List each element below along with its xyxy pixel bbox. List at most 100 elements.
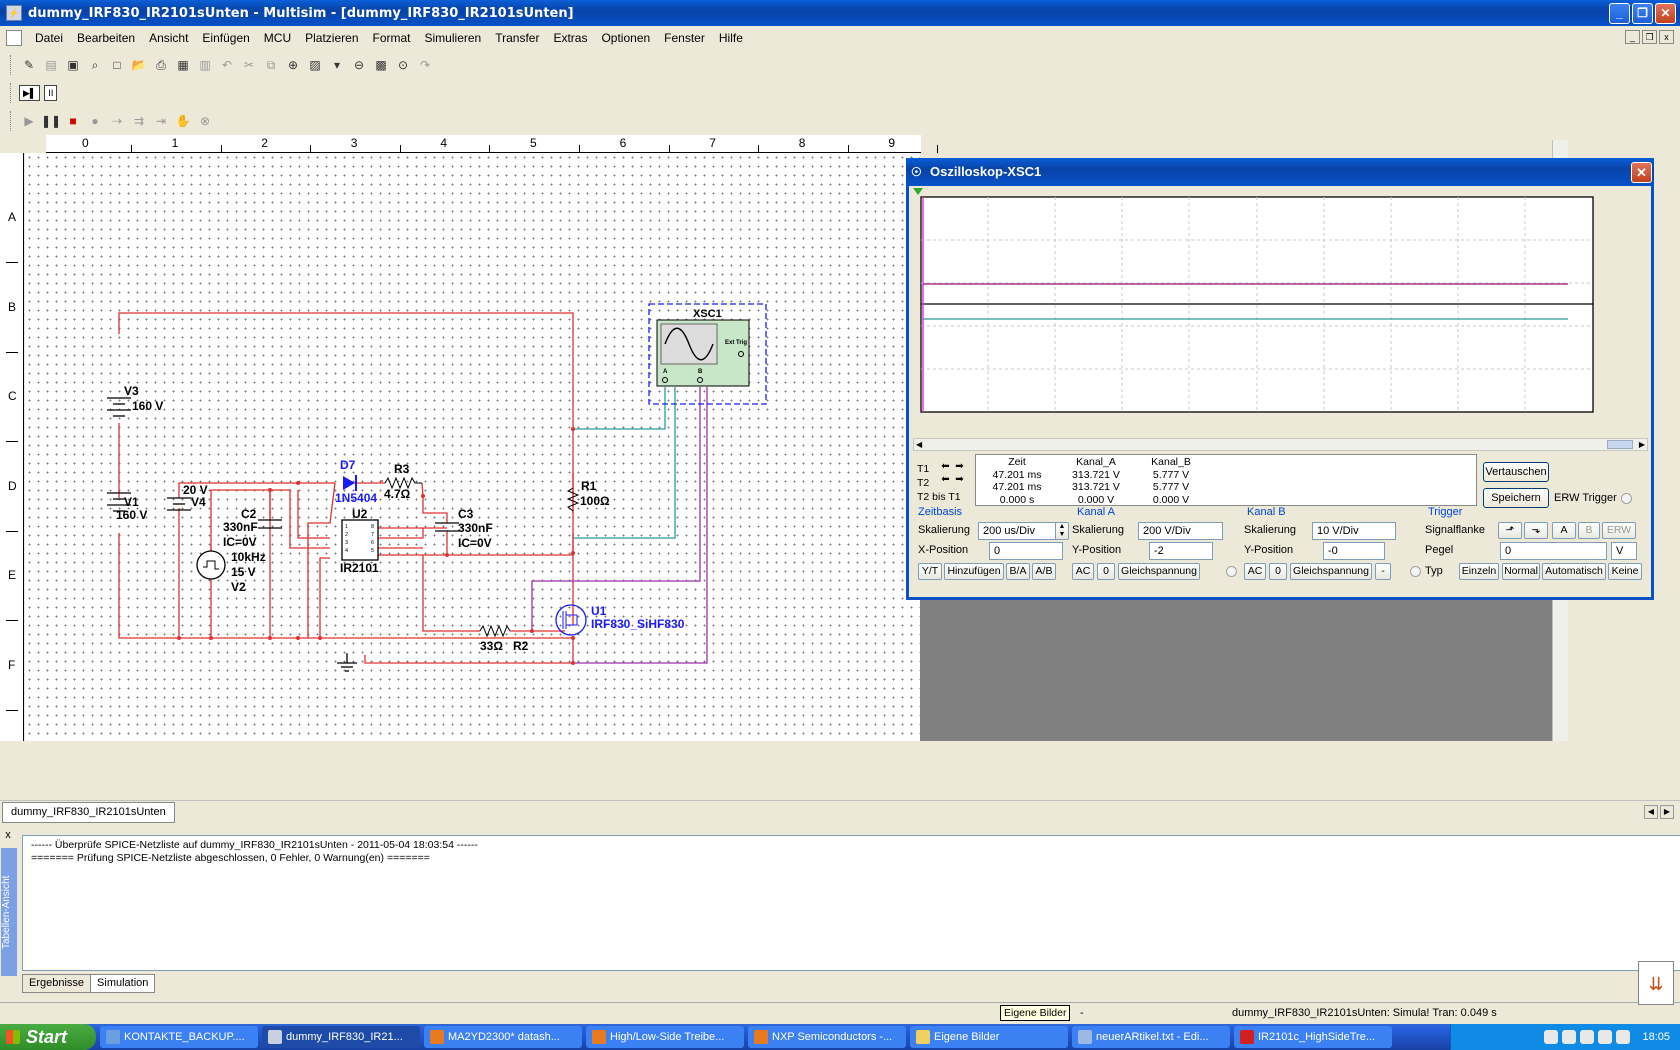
- r2-label[interactable]: R2: [513, 639, 528, 653]
- pegel-field[interactable]: 0: [1500, 542, 1607, 560]
- taskbar-item[interactable]: MA2YD2300* datash...: [424, 1026, 582, 1048]
- step-out-icon[interactable]: ⇥: [151, 111, 171, 131]
- mdi-minimize-button[interactable]: _: [1625, 30, 1640, 44]
- run-icon[interactable]: ▶: [19, 111, 39, 131]
- u1-part[interactable]: IRF830_SiHF830: [591, 617, 684, 631]
- tray-icon[interactable]: [1562, 1030, 1577, 1044]
- erw-trigger-radio[interactable]: [1621, 493, 1632, 504]
- trigger-source-a-button[interactable]: A: [1552, 522, 1576, 539]
- u2-part[interactable]: IR2101: [340, 561, 379, 575]
- tray-icon[interactable]: [1580, 1030, 1595, 1044]
- r2-value[interactable]: 33Ω: [480, 639, 503, 653]
- tab-simulation[interactable]: Simulation: [90, 974, 156, 993]
- oscilloscope-scrollbar[interactable]: ◀ ▶: [913, 438, 1648, 451]
- trigger-marker-icon[interactable]: [913, 188, 923, 195]
- typ-einzeln-button[interactable]: Einzeln: [1459, 563, 1499, 580]
- t1-right-arrow-icon[interactable]: ➡: [953, 460, 966, 473]
- kanal-b-skalierung-field[interactable]: 10 V/Div: [1312, 522, 1396, 540]
- print-icon[interactable]: ⎙: [151, 55, 171, 75]
- kanal-b-y-position-field[interactable]: -0: [1323, 542, 1385, 560]
- schematic-drawing[interactable]: 1 2 3 4 8 7 6 5: [25, 153, 920, 741]
- trigger-source-erw-button[interactable]: ERW: [1602, 522, 1636, 539]
- simulation-log[interactable]: ------ Überprüfe SPICE-Netzliste auf dum…: [22, 835, 1680, 971]
- kanal-a-radio[interactable]: [1226, 566, 1237, 577]
- tab-prev-icon[interactable]: ◀: [1644, 805, 1658, 819]
- taskbar-item[interactable]: NXP Semiconductors -...: [748, 1026, 906, 1048]
- c2-initial-condition[interactable]: IC=0V: [223, 535, 257, 549]
- mdi-restore-button[interactable]: ❐: [1642, 30, 1657, 44]
- close-button[interactable]: ✕: [1655, 3, 1676, 24]
- design-toolbox-icon[interactable]: ▤: [41, 55, 61, 75]
- redo-icon[interactable]: ↷: [415, 55, 435, 75]
- grapher-icon[interactable]: ▨: [305, 55, 325, 75]
- typ-keine-button[interactable]: Keine: [1608, 563, 1642, 580]
- scroll-right-icon[interactable]: ▶: [1639, 440, 1645, 449]
- tray-icon[interactable]: [1598, 1030, 1613, 1044]
- new-icon[interactable]: □: [107, 55, 127, 75]
- kanal-b-minus-button[interactable]: -: [1375, 563, 1391, 580]
- tray-icon[interactable]: [1544, 1030, 1559, 1044]
- v1-label[interactable]: V1: [124, 495, 139, 509]
- zoom-out-icon[interactable]: ⊖: [349, 55, 369, 75]
- oscilloscope-title-bar[interactable]: ☉ Oszilloskop-XSC1 ✕: [906, 158, 1654, 186]
- c2-label[interactable]: C2: [241, 507, 256, 521]
- panel-close-icon[interactable]: x: [2, 830, 14, 842]
- kanal-a-zero-button[interactable]: 0: [1097, 563, 1115, 580]
- kanal-b-zero-button[interactable]: 0: [1269, 563, 1287, 580]
- r3-value[interactable]: 4.7Ω: [384, 487, 410, 501]
- mode-yt-button[interactable]: Y/T: [918, 563, 942, 580]
- u2-label[interactable]: U2: [352, 507, 367, 521]
- zeitbasis-spinner-icon[interactable]: ▲ ▼: [1055, 522, 1069, 540]
- kanal-b-ac-button[interactable]: AC: [1244, 563, 1266, 580]
- kanal-a-y-position-field[interactable]: -2: [1149, 542, 1213, 560]
- document-tab[interactable]: dummy_IRF830_IR2101sUnten: [2, 802, 175, 823]
- menu-fenster[interactable]: Fenster: [657, 31, 712, 45]
- paste-icon[interactable]: ▥: [195, 55, 215, 75]
- zoom-area-icon[interactable]: ⌕: [85, 55, 105, 75]
- c2-value[interactable]: 330nF: [223, 520, 258, 534]
- stop-icon[interactable]: ■: [63, 111, 83, 131]
- toolbar-grip[interactable]: [10, 111, 13, 131]
- mode-ab-button[interactable]: A/B: [1032, 563, 1056, 580]
- taskbar-item[interactable]: KONTAKTE_BACKUP....: [100, 1026, 258, 1048]
- d7-part[interactable]: 1N5404: [335, 491, 377, 505]
- hand-icon[interactable]: ✋: [173, 111, 193, 131]
- zoom-full-icon[interactable]: ⊙: [393, 55, 413, 75]
- d7-label[interactable]: D7: [340, 458, 355, 472]
- v3-value[interactable]: 160 V: [132, 399, 163, 413]
- t1-left-arrow-icon[interactable]: ⬅: [939, 460, 952, 473]
- tray-icon[interactable]: [1616, 1030, 1631, 1044]
- undo-icon[interactable]: ↶: [217, 55, 237, 75]
- multisim-app-icon[interactable]: ⚡: [6, 5, 22, 21]
- u1-label[interactable]: U1: [591, 604, 606, 618]
- oscilloscope-close-button[interactable]: ✕: [1631, 162, 1652, 183]
- v2-frequency[interactable]: 10kHz: [231, 550, 266, 564]
- v4-label[interactable]: V4: [191, 495, 206, 509]
- kanal-a-skalierung-field[interactable]: 200 V/Div: [1138, 522, 1223, 540]
- tab-next-icon[interactable]: ▶: [1660, 805, 1674, 819]
- kanal-a-gleichspannung-button[interactable]: Gleichspannung: [1118, 563, 1200, 580]
- menu-datei[interactable]: Datei: [28, 31, 70, 45]
- mode-ba-button[interactable]: B/A: [1006, 563, 1030, 580]
- tab-ergebnisse[interactable]: Ergebnisse: [22, 974, 92, 993]
- breakpoint-icon[interactable]: ●: [85, 111, 105, 131]
- start-button[interactable]: Start: [0, 1024, 96, 1050]
- typ-normal-button[interactable]: Normal: [1502, 563, 1540, 580]
- pause-icon[interactable]: ❚❚: [41, 111, 61, 131]
- scroll-left-icon[interactable]: ◀: [916, 440, 922, 449]
- menu-bearbeiten[interactable]: Bearbeiten: [70, 31, 142, 45]
- oscilloscope-window[interactable]: ☉ Oszilloskop-XSC1 ✕ ◀ ▶ T1 T2 T2 bis T1…: [906, 158, 1654, 600]
- kanal-b-gleichspannung-button[interactable]: Gleichspannung: [1290, 563, 1372, 580]
- taskbar-item[interactable]: High/Low-Side Treibe...: [586, 1026, 744, 1048]
- probe-icon[interactable]: ⊗: [195, 111, 215, 131]
- r1-label[interactable]: R1: [581, 479, 596, 493]
- r1-value[interactable]: 100Ω: [580, 494, 610, 508]
- kanal-a-ac-button[interactable]: AC: [1072, 563, 1094, 580]
- step-over-icon[interactable]: ⇉: [129, 111, 149, 131]
- zoom-fit-icon[interactable]: ▩: [371, 55, 391, 75]
- menu-einfuegen[interactable]: Einfügen: [195, 31, 256, 45]
- menu-transfer[interactable]: Transfer: [488, 31, 546, 45]
- mdi-close-button[interactable]: x: [1659, 30, 1674, 44]
- dropdown-icon[interactable]: ▾: [327, 55, 347, 75]
- menu-format[interactable]: Format: [366, 31, 418, 45]
